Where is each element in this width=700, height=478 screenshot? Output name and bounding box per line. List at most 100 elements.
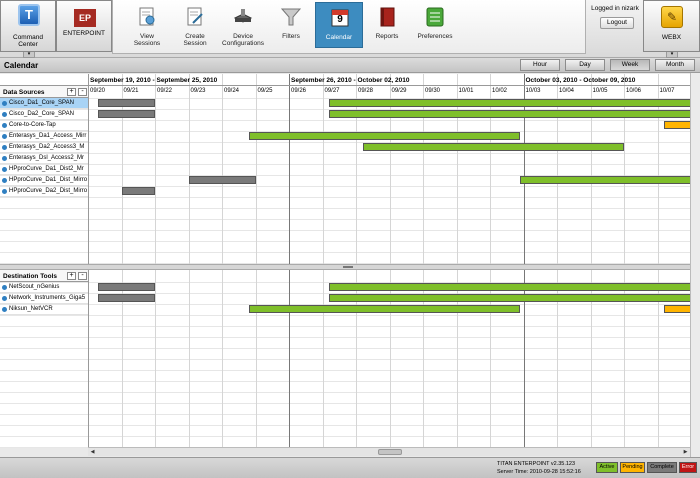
day-column-header[interactable]: 09/20 — [90, 88, 105, 94]
nav-label: Filters — [282, 33, 300, 40]
day-column-header[interactable]: 09/29 — [392, 88, 407, 94]
session-bar-active[interactable] — [248, 305, 521, 313]
server-time: Server Time: 2010-09-28 15:52:16 — [497, 469, 581, 475]
list-item[interactable]: NetScout_nGenius — [0, 282, 88, 293]
session-bar-active[interactable] — [248, 132, 521, 140]
day-column-header[interactable]: 09/24 — [224, 88, 239, 94]
status-dot-icon — [2, 112, 7, 117]
view-month-button[interactable]: Month — [655, 59, 695, 71]
nav-label: Configurations — [222, 40, 264, 47]
session-bar-active[interactable] — [329, 110, 691, 118]
session-bar-active[interactable] — [329, 99, 691, 107]
label-column-divider — [88, 270, 89, 447]
webx-button[interactable]: ✎ WEBX ▾ — [643, 0, 700, 58]
status-dot-icon — [2, 189, 7, 194]
nav-label: Create — [185, 33, 205, 40]
list-item[interactable]: HPproCurve_Da1_Dist2_Mr — [0, 164, 88, 175]
nav-label: Calendar — [325, 34, 353, 41]
session-bar-active[interactable] — [329, 283, 691, 291]
list-item[interactable]: Network_Instruments_Giga5 — [0, 293, 88, 304]
webx-label: WEBX — [661, 34, 682, 41]
scroll-right-icon[interactable]: ▶ — [682, 449, 689, 455]
session-bar-complete[interactable] — [98, 110, 155, 118]
remove-data-source-button[interactable]: - — [78, 88, 87, 96]
session-bar-active[interactable] — [329, 294, 691, 302]
scroll-left-icon[interactable]: ◀ — [89, 449, 96, 455]
nav-device-configurations[interactable]: Device Configurations — [219, 2, 267, 48]
list-item[interactable]: Enterasys_Da1_Access_Mirr — [0, 131, 88, 142]
day-column-header[interactable]: 09/26 — [291, 88, 306, 94]
session-bar-pending[interactable] — [664, 305, 691, 313]
grid-row-line — [0, 230, 690, 231]
command-center-button[interactable]: T Command Center ▾ — [0, 0, 56, 58]
list-item[interactable]: Cisco_Da2_Core_SPAN — [0, 109, 88, 120]
grid-row-line — [0, 348, 690, 349]
day-column-header[interactable]: 10/04 — [559, 88, 574, 94]
grid-row-line — [0, 186, 690, 187]
nav-preferences[interactable]: Preferences — [411, 2, 459, 48]
day-column-header[interactable]: 09/21 — [124, 88, 139, 94]
enterpoint-button[interactable]: EP ENTERPOINT — [56, 0, 112, 52]
day-column-header[interactable]: 10/01 — [459, 88, 474, 94]
list-item[interactable]: Cisco_Da1_Core_SPAN — [0, 98, 88, 109]
nav-filters[interactable]: Filters — [267, 2, 315, 48]
view-sessions-icon — [139, 7, 155, 26]
add-data-source-button[interactable]: + — [67, 88, 76, 96]
session-bar-active[interactable] — [520, 176, 691, 184]
session-bar-complete[interactable] — [98, 283, 155, 291]
view-day-button[interactable]: Day — [565, 59, 605, 71]
session-bar-pending[interactable] — [664, 121, 691, 129]
day-column-header[interactable]: 09/22 — [157, 88, 172, 94]
list-item[interactable]: Core-to-Core-Tap — [0, 120, 88, 131]
day-column-header[interactable]: 09/30 — [425, 88, 440, 94]
day-column-header[interactable]: 09/27 — [325, 88, 340, 94]
day-column-header[interactable]: 10/05 — [593, 88, 608, 94]
nav-create-session[interactable]: Create Session — [171, 2, 219, 48]
session-bar-complete[interactable] — [98, 294, 155, 302]
grid-day-line — [322, 74, 324, 264]
list-item[interactable]: HPproCurve_Da2_Dist_Mirro — [0, 186, 88, 197]
horizontal-scrollbar[interactable]: ◀ ▶ — [88, 447, 690, 456]
view-week-button[interactable]: Week — [610, 59, 650, 71]
command-center-icon: T — [18, 4, 40, 26]
grid-day-line — [255, 270, 257, 447]
grid-row-line — [0, 392, 690, 393]
logout-button[interactable]: Logout — [600, 17, 634, 29]
day-column-header[interactable]: 09/23 — [191, 88, 206, 94]
nav-reports[interactable]: Reports — [363, 2, 411, 48]
legend-pending: Pending — [620, 462, 645, 473]
list-item-label: Cisco_Da2_Core_SPAN — [9, 111, 74, 117]
list-item[interactable]: Enterasys_Dsl_Access2_Mr — [0, 153, 88, 164]
add-destination-tool-button[interactable]: + — [67, 272, 76, 280]
grid-row-line — [0, 359, 690, 360]
grid-row-line — [0, 381, 690, 382]
grid-row-line — [0, 197, 690, 198]
session-bar-complete[interactable] — [188, 176, 256, 184]
session-bar-complete[interactable] — [121, 187, 155, 195]
vertical-scrollbar[interactable] — [690, 73, 700, 457]
scroll-thumb[interactable] — [378, 449, 402, 455]
nav-label: Session — [183, 40, 207, 47]
nav-calendar[interactable]: 9 Calendar — [315, 2, 363, 48]
list-item[interactable]: Enterasys_Da2_Access3_M — [0, 142, 88, 153]
list-item[interactable]: Niksun_NetVCR — [0, 304, 88, 315]
list-item-label: Enterasys_Da2_Access3_M — [9, 144, 85, 150]
session-bar-complete[interactable] — [98, 99, 155, 107]
status-dot-icon — [2, 145, 7, 150]
day-column-header[interactable]: 10/03 — [526, 88, 541, 94]
version-text: TITAN ENTERPOINT v2.35.123 — [497, 461, 576, 467]
session-bar-active[interactable] — [362, 143, 624, 151]
day-column-header[interactable]: 10/06 — [626, 88, 641, 94]
list-item-label: NetScout_nGenius — [9, 284, 60, 290]
grid-day-line — [188, 270, 190, 447]
remove-destination-tool-button[interactable]: - — [78, 272, 87, 280]
legend-active: Active — [596, 462, 618, 473]
day-column-header[interactable]: 10/02 — [492, 88, 507, 94]
day-column-header[interactable]: 10/07 — [660, 88, 675, 94]
nav-view-sessions[interactable]: View Sessions — [123, 2, 171, 48]
list-item[interactable]: HPproCurve_Da1_Dist_Mirro — [0, 175, 88, 186]
grid-row-line — [0, 326, 690, 327]
view-hour-button[interactable]: Hour — [520, 59, 560, 71]
day-column-header[interactable]: 09/25 — [258, 88, 273, 94]
day-column-header[interactable]: 09/28 — [358, 88, 373, 94]
